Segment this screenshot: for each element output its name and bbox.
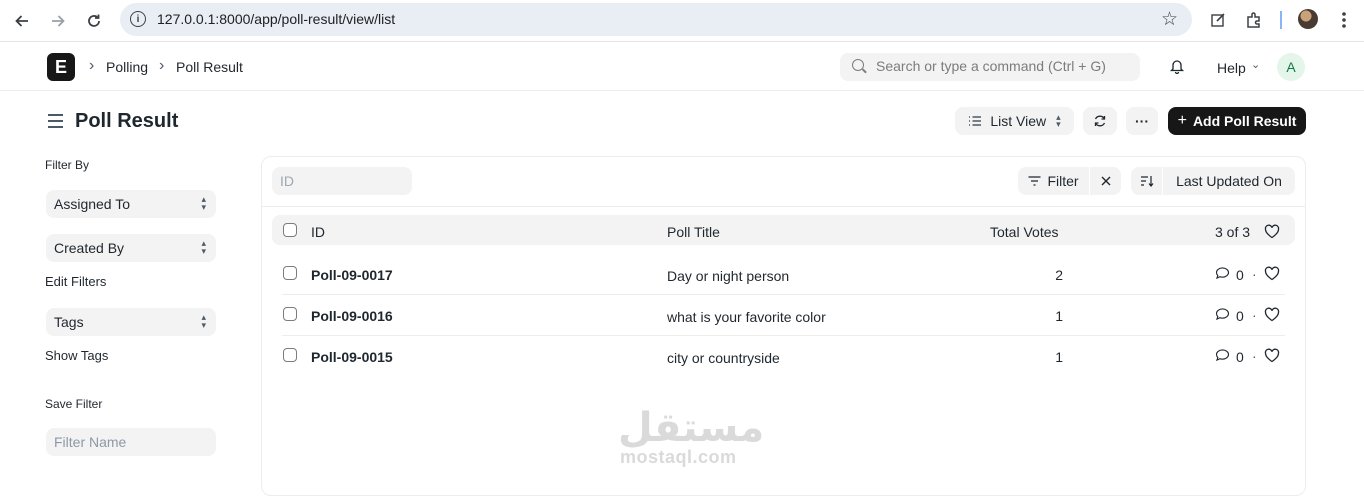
row-poll-title: what is your favorite color [667, 309, 826, 325]
row-total-votes: 1 [1055, 308, 1063, 324]
chevron-down-icon[interactable]: ⌄ [1251, 58, 1260, 71]
profile-avatar[interactable] [1298, 9, 1318, 29]
page-title: Poll Result [75, 110, 179, 132]
filter-icon [1028, 176, 1041, 186]
close-icon [1101, 176, 1110, 186]
filter-by-label: Filter By [45, 158, 90, 172]
row-poll-title: city or countryside [667, 350, 780, 366]
row-poll-title: Day or night person [667, 268, 790, 284]
menu-icon[interactable] [1333, 9, 1355, 31]
row-id[interactable]: Poll-09-0017 [311, 267, 393, 283]
assigned-to-label: Assigned To [54, 196, 131, 212]
comment-icon [1215, 267, 1230, 279]
refresh-button[interactable] [1083, 107, 1117, 135]
list-view-label: List View [990, 113, 1047, 129]
row-divider [282, 335, 1285, 336]
sort-updown-icon: ▴ ▾ [1056, 112, 1061, 129]
breadcrumb-polling[interactable]: Polling [106, 59, 148, 75]
edit-icon[interactable] [1207, 9, 1229, 31]
tags-select[interactable]: Tags ▴ ▾ [46, 308, 216, 336]
clear-filter-button[interactable] [1090, 167, 1121, 195]
filter-button[interactable]: Filter [1018, 167, 1089, 195]
add-poll-result-button[interactable]: + Add Poll Result [1168, 107, 1306, 135]
sort-order-button[interactable] [1131, 167, 1162, 195]
divider [262, 206, 1305, 207]
forward-icon[interactable] [46, 9, 70, 33]
plus-icon: + [1177, 112, 1187, 129]
edit-filters-link[interactable]: Edit Filters [45, 274, 106, 289]
add-poll-result-label: Add Poll Result [1192, 113, 1297, 129]
select-all-checkbox[interactable] [283, 223, 297, 237]
url-text[interactable]: 127.0.0.1:8000/app/poll-result/view/list [157, 11, 395, 27]
sort-updown-icon: ▴ ▾ [201, 194, 206, 212]
comment-count: 0 [1236, 349, 1244, 365]
heart-icon[interactable] [1264, 307, 1280, 322]
column-header-total-votes: Total Votes [990, 224, 1059, 240]
sort-descending-icon [1140, 176, 1153, 187]
list-frame [261, 156, 1306, 496]
refresh-icon [1094, 115, 1106, 127]
row-checkbox[interactable] [283, 348, 297, 362]
extensions-icon[interactable] [1243, 9, 1265, 31]
chevron-right-icon: › [159, 57, 165, 74]
browser-toolbar: i 127.0.0.1:8000/app/poll-result/view/li… [0, 0, 1364, 42]
sort-updown-icon: ▴ ▾ [201, 312, 206, 330]
comment-icon [1215, 349, 1230, 361]
assigned-to-select[interactable]: Assigned To ▴ ▾ [46, 190, 216, 218]
column-header-poll-title: Poll Title [667, 224, 720, 240]
save-filter-label: Save Filter [45, 397, 103, 411]
heart-icon[interactable] [1264, 348, 1280, 363]
show-tags-link[interactable]: Show Tags [45, 348, 108, 363]
chevron-right-icon: › [89, 57, 95, 74]
separator-dot: · [1252, 307, 1257, 323]
reload-icon[interactable] [82, 9, 106, 33]
bookmark-star-icon[interactable]: ☆ [1161, 8, 1178, 31]
app-logo[interactable]: E [47, 53, 75, 81]
list-count: 3 of 3 [1215, 224, 1251, 240]
breadcrumb-poll-result[interactable]: Poll Result [176, 59, 243, 75]
notification-bell-icon[interactable] [1169, 58, 1185, 75]
back-icon[interactable] [10, 9, 34, 33]
created-by-label: Created By [54, 240, 125, 256]
created-by-select[interactable]: Created By ▴ ▾ [46, 234, 216, 262]
list-header-row [272, 215, 1295, 245]
awesome-bar[interactable] [840, 53, 1140, 81]
row-id[interactable]: Poll-09-0015 [311, 349, 393, 365]
row-id[interactable]: Poll-09-0016 [311, 308, 393, 324]
list-view-selector[interactable]: List View ▴ ▾ [955, 107, 1074, 135]
row-divider [282, 294, 1285, 295]
column-header-id: ID [311, 224, 325, 240]
comment-count: 0 [1236, 267, 1244, 283]
comment-icon [1215, 308, 1230, 320]
row-checkbox[interactable] [283, 266, 297, 280]
filter-name-input[interactable] [46, 428, 216, 456]
tags-label: Tags [54, 314, 84, 330]
address-bar[interactable]: i 127.0.0.1:8000/app/poll-result/view/li… [120, 3, 1192, 36]
row-total-votes: 2 [1055, 267, 1063, 283]
toolbar-divider [1280, 11, 1282, 29]
search-input[interactable] [876, 58, 1131, 74]
list-icon [969, 116, 982, 126]
separator-dot: · [1252, 266, 1257, 282]
sort-updown-icon: ▴ ▾ [201, 238, 206, 256]
watermark-arabic: مستقل [618, 405, 765, 451]
separator-dot: · [1252, 348, 1257, 364]
help-dropdown[interactable]: Help [1217, 60, 1246, 76]
id-filter-input[interactable] [272, 167, 412, 195]
user-avatar[interactable]: A [1277, 53, 1305, 81]
site-info-icon[interactable]: i [130, 11, 146, 27]
heart-icon[interactable] [1264, 266, 1280, 281]
watermark-latin: mostaql.com [620, 447, 737, 467]
heart-icon[interactable] [1264, 224, 1280, 239]
sort-field-button[interactable]: Last Updated On [1163, 167, 1295, 195]
filter-label: Filter [1047, 173, 1079, 189]
row-total-votes: 1 [1055, 349, 1063, 365]
sidebar-toggle-icon[interactable] [48, 114, 63, 128]
row-checkbox[interactable] [283, 307, 297, 321]
search-icon [852, 59, 864, 71]
comment-count: 0 [1236, 308, 1244, 324]
more-actions-button[interactable]: ··· [1126, 107, 1158, 135]
app-navbar: E › Polling › Poll Result Help ⌄ A [0, 43, 1364, 91]
